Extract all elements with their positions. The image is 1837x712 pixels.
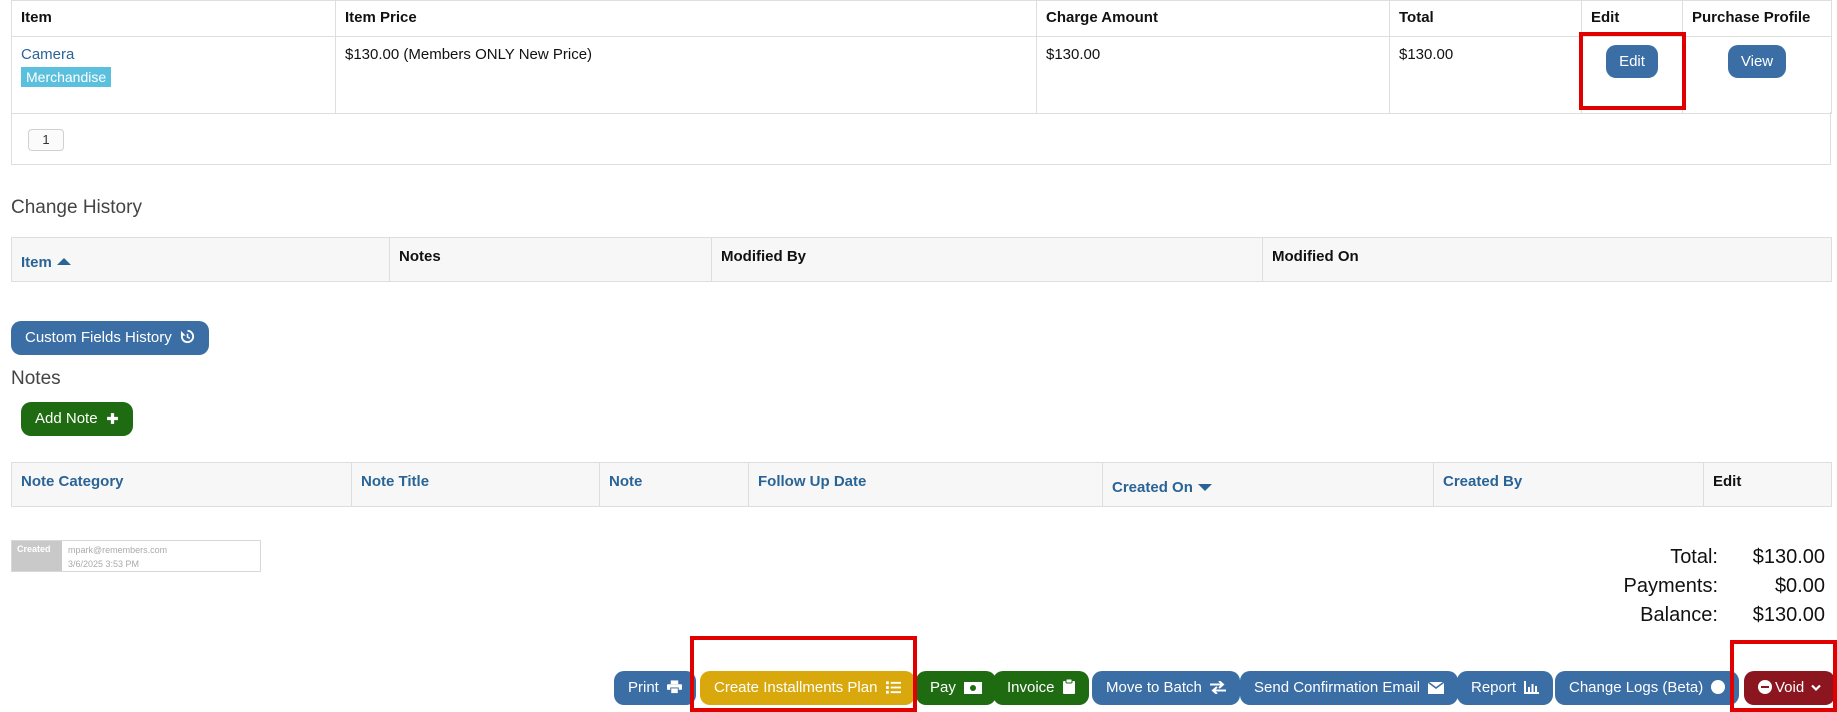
history-col-item[interactable]: Item bbox=[11, 237, 390, 282]
balance-label: Balance: bbox=[1640, 604, 1718, 626]
col-item-price: Item Price bbox=[335, 0, 1037, 37]
clipboard-icon bbox=[1062, 679, 1075, 694]
list-icon bbox=[885, 681, 901, 694]
sort-desc-icon bbox=[1197, 484, 1212, 491]
balance-value: $130.00 bbox=[1752, 604, 1825, 626]
notes-title: Notes bbox=[11, 368, 61, 389]
payments-label: Payments: bbox=[1623, 575, 1718, 597]
created-user: mpark@remembers.com bbox=[68, 545, 168, 555]
purchase-profile-cell: View bbox=[1682, 36, 1832, 114]
balance-row: Balance: $130.00 bbox=[1624, 604, 1825, 633]
total-cell: $130.00 bbox=[1389, 36, 1582, 114]
view-profile-button[interactable]: View bbox=[1727, 45, 1787, 78]
history-col-modified-by: Modified By bbox=[711, 237, 1263, 282]
col-charge-amount: Charge Amount bbox=[1036, 0, 1390, 37]
custom-fields-history-button[interactable]: Custom Fields History bbox=[11, 321, 209, 355]
item-cell: Camera Merchandise bbox=[11, 36, 336, 114]
print-button[interactable]: Print bbox=[614, 671, 697, 705]
notes-col-note-label[interactable]: Note bbox=[609, 473, 642, 490]
page-button[interactable]: 1 bbox=[28, 129, 64, 151]
send-email-label: Send Confirmation Email bbox=[1254, 679, 1420, 696]
chart-icon bbox=[1524, 681, 1540, 694]
pager-row: 1 bbox=[11, 112, 1831, 165]
history-col-item-label[interactable]: Item bbox=[21, 254, 52, 271]
created-date: 3/6/2025 3:53 PM bbox=[68, 559, 140, 569]
notes-col-edit: Edit bbox=[1703, 462, 1832, 507]
create-installments-plan-button[interactable]: Create Installments Plan bbox=[700, 671, 915, 705]
change-logs-label: Change Logs (Beta) bbox=[1569, 679, 1704, 696]
notes-col-created-on[interactable]: Created On bbox=[1102, 462, 1434, 507]
col-total: Total bbox=[1389, 0, 1582, 37]
report-label: Report bbox=[1471, 679, 1517, 696]
printer-icon bbox=[667, 680, 683, 694]
invoice-label: Invoice bbox=[1007, 679, 1055, 696]
notes-table: Note Category Note Title Note Follow Up … bbox=[11, 462, 1832, 507]
items-table: Item Item Price Charge Amount Total Edit… bbox=[11, 0, 1832, 114]
action-toolbar: Print Create Installments Plan Pay Invoi… bbox=[0, 671, 1837, 705]
notes-col-follow-up[interactable]: Follow Up Date bbox=[748, 462, 1103, 507]
item-price-cell: $130.00 (Members ONLY New Price) bbox=[335, 36, 1037, 114]
history-col-notes: Notes bbox=[389, 237, 712, 282]
total-label: Total: bbox=[1670, 546, 1718, 568]
edit-cell: Edit bbox=[1581, 36, 1683, 114]
change-history-title: Change History bbox=[11, 197, 142, 218]
col-purchase-profile: Purchase Profile bbox=[1682, 0, 1832, 37]
items-header-row: Item Item Price Charge Amount Total Edit… bbox=[11, 0, 1832, 37]
invoice-button[interactable]: Invoice bbox=[993, 671, 1089, 705]
item-link[interactable]: Camera bbox=[21, 46, 74, 63]
notes-col-created-by[interactable]: Created By bbox=[1433, 462, 1704, 507]
total-row: Total: $130.00 bbox=[1624, 546, 1825, 575]
table-row: Camera Merchandise $130.00 (Members ONLY… bbox=[11, 36, 1832, 114]
history-icon bbox=[180, 329, 194, 344]
created-label: Created bbox=[12, 541, 62, 571]
exchange-icon bbox=[1210, 681, 1227, 694]
add-note-label: Add Note bbox=[35, 410, 98, 427]
notes-col-created-by-label[interactable]: Created By bbox=[1443, 473, 1522, 490]
plus-icon bbox=[106, 413, 118, 424]
add-note-button[interactable]: Add Note bbox=[21, 402, 133, 436]
notes-header-row: Note Category Note Title Note Follow Up … bbox=[11, 462, 1832, 507]
money-icon bbox=[964, 682, 983, 694]
history-col-modified-on: Modified On bbox=[1262, 237, 1832, 282]
void-label: Void bbox=[1775, 679, 1805, 696]
sort-asc-icon bbox=[56, 258, 71, 265]
totals-summary: Total: $130.00 Payments: $0.00 Balance: … bbox=[1624, 546, 1825, 633]
change-history-table: Item Notes Modified By Modified On bbox=[11, 237, 1832, 282]
print-label: Print bbox=[628, 679, 659, 696]
move-to-batch-label: Move to Batch bbox=[1106, 679, 1202, 696]
notes-col-category[interactable]: Note Category bbox=[11, 462, 352, 507]
pay-button[interactable]: Pay bbox=[916, 671, 997, 705]
change-logs-button[interactable]: Change Logs (Beta) bbox=[1555, 671, 1740, 705]
circle-icon bbox=[1711, 680, 1726, 694]
created-info: Created mpark@remembers.com 3/6/2025 3:5… bbox=[11, 540, 261, 572]
pay-label: Pay bbox=[930, 679, 956, 696]
notes-col-follow-up-label[interactable]: Follow Up Date bbox=[758, 473, 866, 490]
edit-item-button[interactable]: Edit bbox=[1606, 45, 1658, 78]
payments-row: Payments: $0.00 bbox=[1624, 575, 1825, 604]
send-confirmation-email-button[interactable]: Send Confirmation Email bbox=[1240, 671, 1459, 705]
installments-label: Create Installments Plan bbox=[714, 679, 878, 696]
charge-amount-cell: $130.00 bbox=[1036, 36, 1390, 114]
envelope-icon bbox=[1428, 682, 1445, 694]
report-button[interactable]: Report bbox=[1457, 671, 1554, 705]
history-header-row: Item Notes Modified By Modified On bbox=[11, 237, 1832, 282]
notes-col-category-label[interactable]: Note Category bbox=[21, 473, 124, 490]
merchandise-badge: Merchandise bbox=[21, 67, 112, 87]
notes-col-note[interactable]: Note bbox=[599, 462, 749, 507]
custom-fields-history-label: Custom Fields History bbox=[25, 329, 172, 346]
total-value: $130.00 bbox=[1752, 546, 1825, 568]
notes-col-title[interactable]: Note Title bbox=[351, 462, 600, 507]
col-item: Item bbox=[11, 0, 336, 37]
move-to-batch-button[interactable]: Move to Batch bbox=[1092, 671, 1241, 705]
minus-circle-icon bbox=[1758, 680, 1772, 694]
notes-col-created-on-label[interactable]: Created On bbox=[1112, 479, 1193, 496]
notes-col-title-label[interactable]: Note Title bbox=[361, 473, 429, 490]
chevron-down-icon bbox=[1811, 684, 1822, 692]
void-button[interactable]: Void bbox=[1744, 671, 1836, 705]
payments-value: $0.00 bbox=[1774, 575, 1825, 597]
col-edit: Edit bbox=[1581, 0, 1683, 37]
